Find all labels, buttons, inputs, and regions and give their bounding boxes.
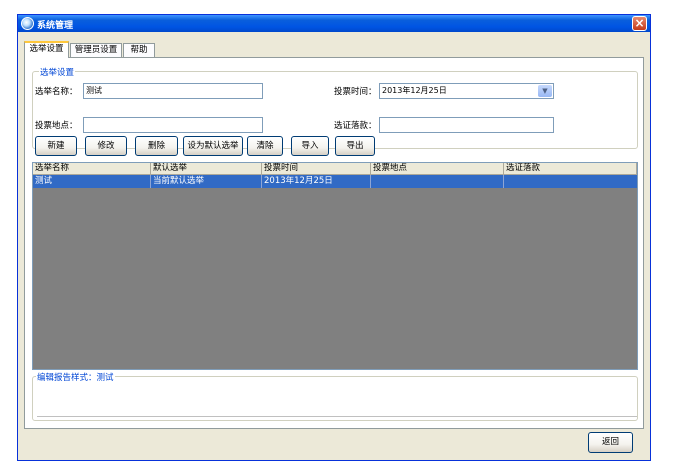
election-name-input[interactable]: 测试 <box>83 83 263 99</box>
report-style-group: 编辑报告样式：测试 <box>32 371 638 421</box>
edit-button[interactable]: 修改 <box>85 136 127 156</box>
delete-button[interactable]: 删除 <box>135 136 178 156</box>
grid-header: 选举名称 默认选举 投票时间 投票地点 选证落款 <box>33 163 637 175</box>
vote-time-label: 投票时间： <box>334 87 377 97</box>
system-management-window: 系统管理 × 选举设置 管理员设置 帮助 选举设置 选举名称： 测试 投票时间：… <box>17 14 651 461</box>
table-cell: 当前默认选举 <box>151 175 262 188</box>
close-icon: × <box>634 16 645 30</box>
table-cell <box>504 175 637 188</box>
cert-signature-input[interactable] <box>379 117 554 133</box>
export-button[interactable]: 导出 <box>335 136 375 156</box>
table-row[interactable]: 测试 当前默认选举 2013年12月25日 <box>33 175 637 188</box>
vote-location-label: 投票地点： <box>35 121 78 131</box>
column-header[interactable]: 投票地点 <box>371 163 504 175</box>
cert-signature-label: 选证落款： <box>334 121 377 131</box>
election-grid[interactable]: 选举名称 默认选举 投票时间 投票地点 选证落款 测试 当前默认选举 2013年… <box>32 162 638 370</box>
group-title: 选举设置 <box>39 66 76 78</box>
vote-time-picker[interactable]: 2013年12月25日 ▼ <box>379 83 554 99</box>
vote-time-value: 2013年12月25日 <box>382 86 447 95</box>
table-cell <box>371 175 504 188</box>
return-button[interactable]: 返回 <box>588 432 633 453</box>
table-cell: 2013年12月25日 <box>262 175 371 188</box>
vote-location-input[interactable] <box>83 117 263 133</box>
divider <box>37 416 637 417</box>
column-header[interactable]: 投票时间 <box>262 163 371 175</box>
new-button[interactable]: 新建 <box>35 136 77 156</box>
column-header[interactable]: 默认选举 <box>151 163 262 175</box>
window-title: 系统管理 <box>37 21 74 31</box>
tab-panel: 选举设置 选举名称： 测试 投票时间： 2013年12月25日 ▼ 投票地点： … <box>24 57 644 429</box>
app-icon <box>21 17 34 30</box>
tab-admin-settings[interactable]: 管理员设置 <box>70 43 122 58</box>
set-default-button[interactable]: 设为默认选举 <box>183 136 243 156</box>
close-button[interactable]: × <box>632 16 647 31</box>
election-name-label: 选举名称： <box>35 87 78 97</box>
tab-election-settings[interactable]: 选举设置 <box>24 41 69 58</box>
column-header[interactable]: 选举名称 <box>33 163 151 175</box>
chevron-down-icon[interactable]: ▼ <box>538 85 552 97</box>
tab-help[interactable]: 帮助 <box>123 43 155 58</box>
title-bar[interactable]: 系统管理 × <box>18 15 650 32</box>
table-cell: 测试 <box>33 175 151 188</box>
import-button[interactable]: 导入 <box>291 136 329 156</box>
column-header[interactable]: 选证落款 <box>504 163 637 175</box>
clear-button[interactable]: 清除 <box>247 136 283 156</box>
report-style-title: 编辑报告样式：测试 <box>36 371 115 383</box>
